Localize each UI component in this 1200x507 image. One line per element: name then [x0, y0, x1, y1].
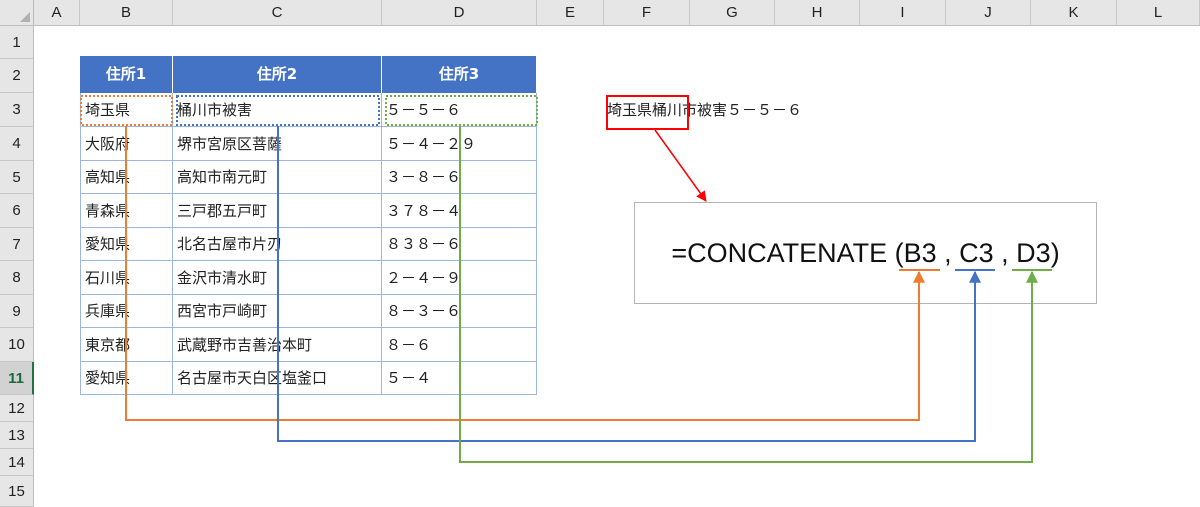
- c3-connector: [277, 126, 981, 442]
- b3-connector: [125, 126, 925, 421]
- d3-dotted-outline: [385, 95, 538, 126]
- result-highlight-box: [606, 95, 689, 130]
- annotation-overlay: [80, 95, 1052, 463]
- c3-dotted-outline: [176, 95, 380, 126]
- b3-dotted-outline: [80, 95, 173, 126]
- d3-connector: [459, 126, 1038, 463]
- result-to-formula-arrow: [654, 129, 707, 202]
